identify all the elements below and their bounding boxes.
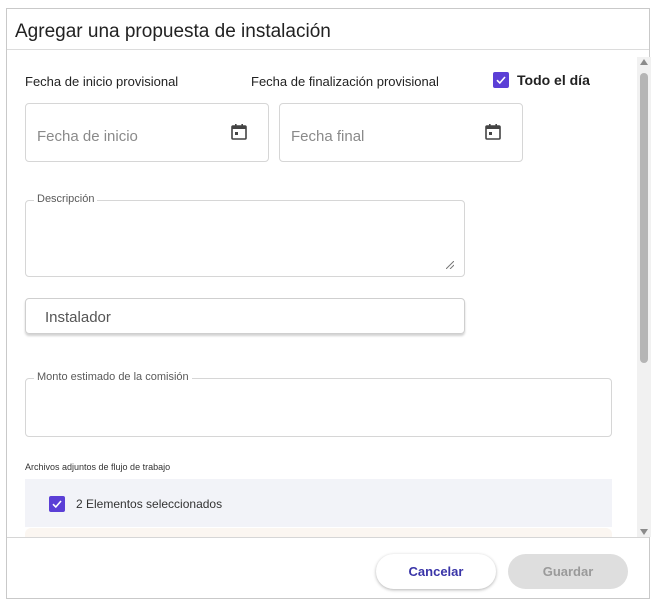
cancel-button[interactable]: Cancelar <box>376 554 496 589</box>
dialog-title: Agregar una propuesta de instalación <box>15 21 331 42</box>
dialog-content: Fecha de inicio provisional Fecha de fin… <box>7 50 637 537</box>
checkbox-checked-icon[interactable] <box>49 496 65 512</box>
calendar-icon[interactable] <box>484 123 502 141</box>
installer-input[interactable]: Instalador <box>25 298 465 334</box>
end-date-label: Fecha de finalización provisional <box>251 74 439 89</box>
end-date-placeholder: Fecha final <box>291 128 365 145</box>
add-installation-proposal-dialog: Agregar una propuesta de instalación Fec… <box>6 8 651 599</box>
description-textarea[interactable]: Descripción <box>25 193 465 277</box>
vertical-scrollbar[interactable] <box>637 57 651 537</box>
scroll-down-arrow-icon[interactable] <box>640 529 648 535</box>
end-date-input[interactable]: Fecha final <box>279 103 523 162</box>
scrollbar-thumb[interactable] <box>640 73 648 363</box>
checkbox-checked-icon[interactable] <box>493 72 509 88</box>
attachments-selected-text: 2 Elementos seleccionados <box>76 497 223 511</box>
resize-handle-icon[interactable] <box>445 256 455 270</box>
attachments-selection-row[interactable]: 2 Elementos seleccionados <box>25 479 612 527</box>
installer-placeholder: Instalador <box>45 309 111 326</box>
commission-amount-input[interactable]: Monto estimado de la comisión <box>25 371 612 437</box>
start-date-input[interactable]: Fecha de inicio <box>25 103 269 162</box>
save-button[interactable]: Guardar <box>508 554 628 589</box>
all-day-checkbox[interactable]: Todo el día <box>493 72 590 88</box>
all-day-label: Todo el día <box>517 72 590 88</box>
scroll-up-arrow-icon[interactable] <box>640 59 648 65</box>
calendar-icon[interactable] <box>230 123 248 141</box>
start-date-label: Fecha de inicio provisional <box>25 74 179 89</box>
start-date-placeholder: Fecha de inicio <box>37 128 138 145</box>
footer-divider <box>7 537 649 538</box>
commission-legend: Monto estimado de la comisión <box>34 371 192 383</box>
description-legend: Descripción <box>34 193 98 205</box>
attachments-next-item <box>25 528 612 537</box>
attachments-label: Archivos adjuntos de flujo de trabajo <box>25 462 171 472</box>
